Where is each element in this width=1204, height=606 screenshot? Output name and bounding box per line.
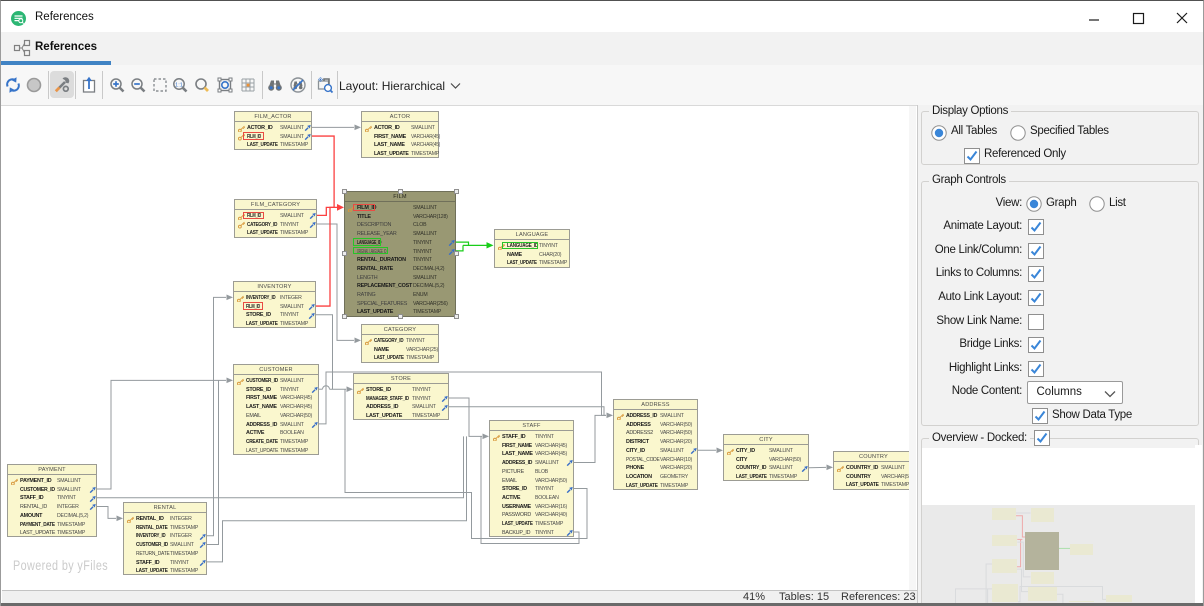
svg-text:1:1: 1:1 [175, 82, 183, 88]
